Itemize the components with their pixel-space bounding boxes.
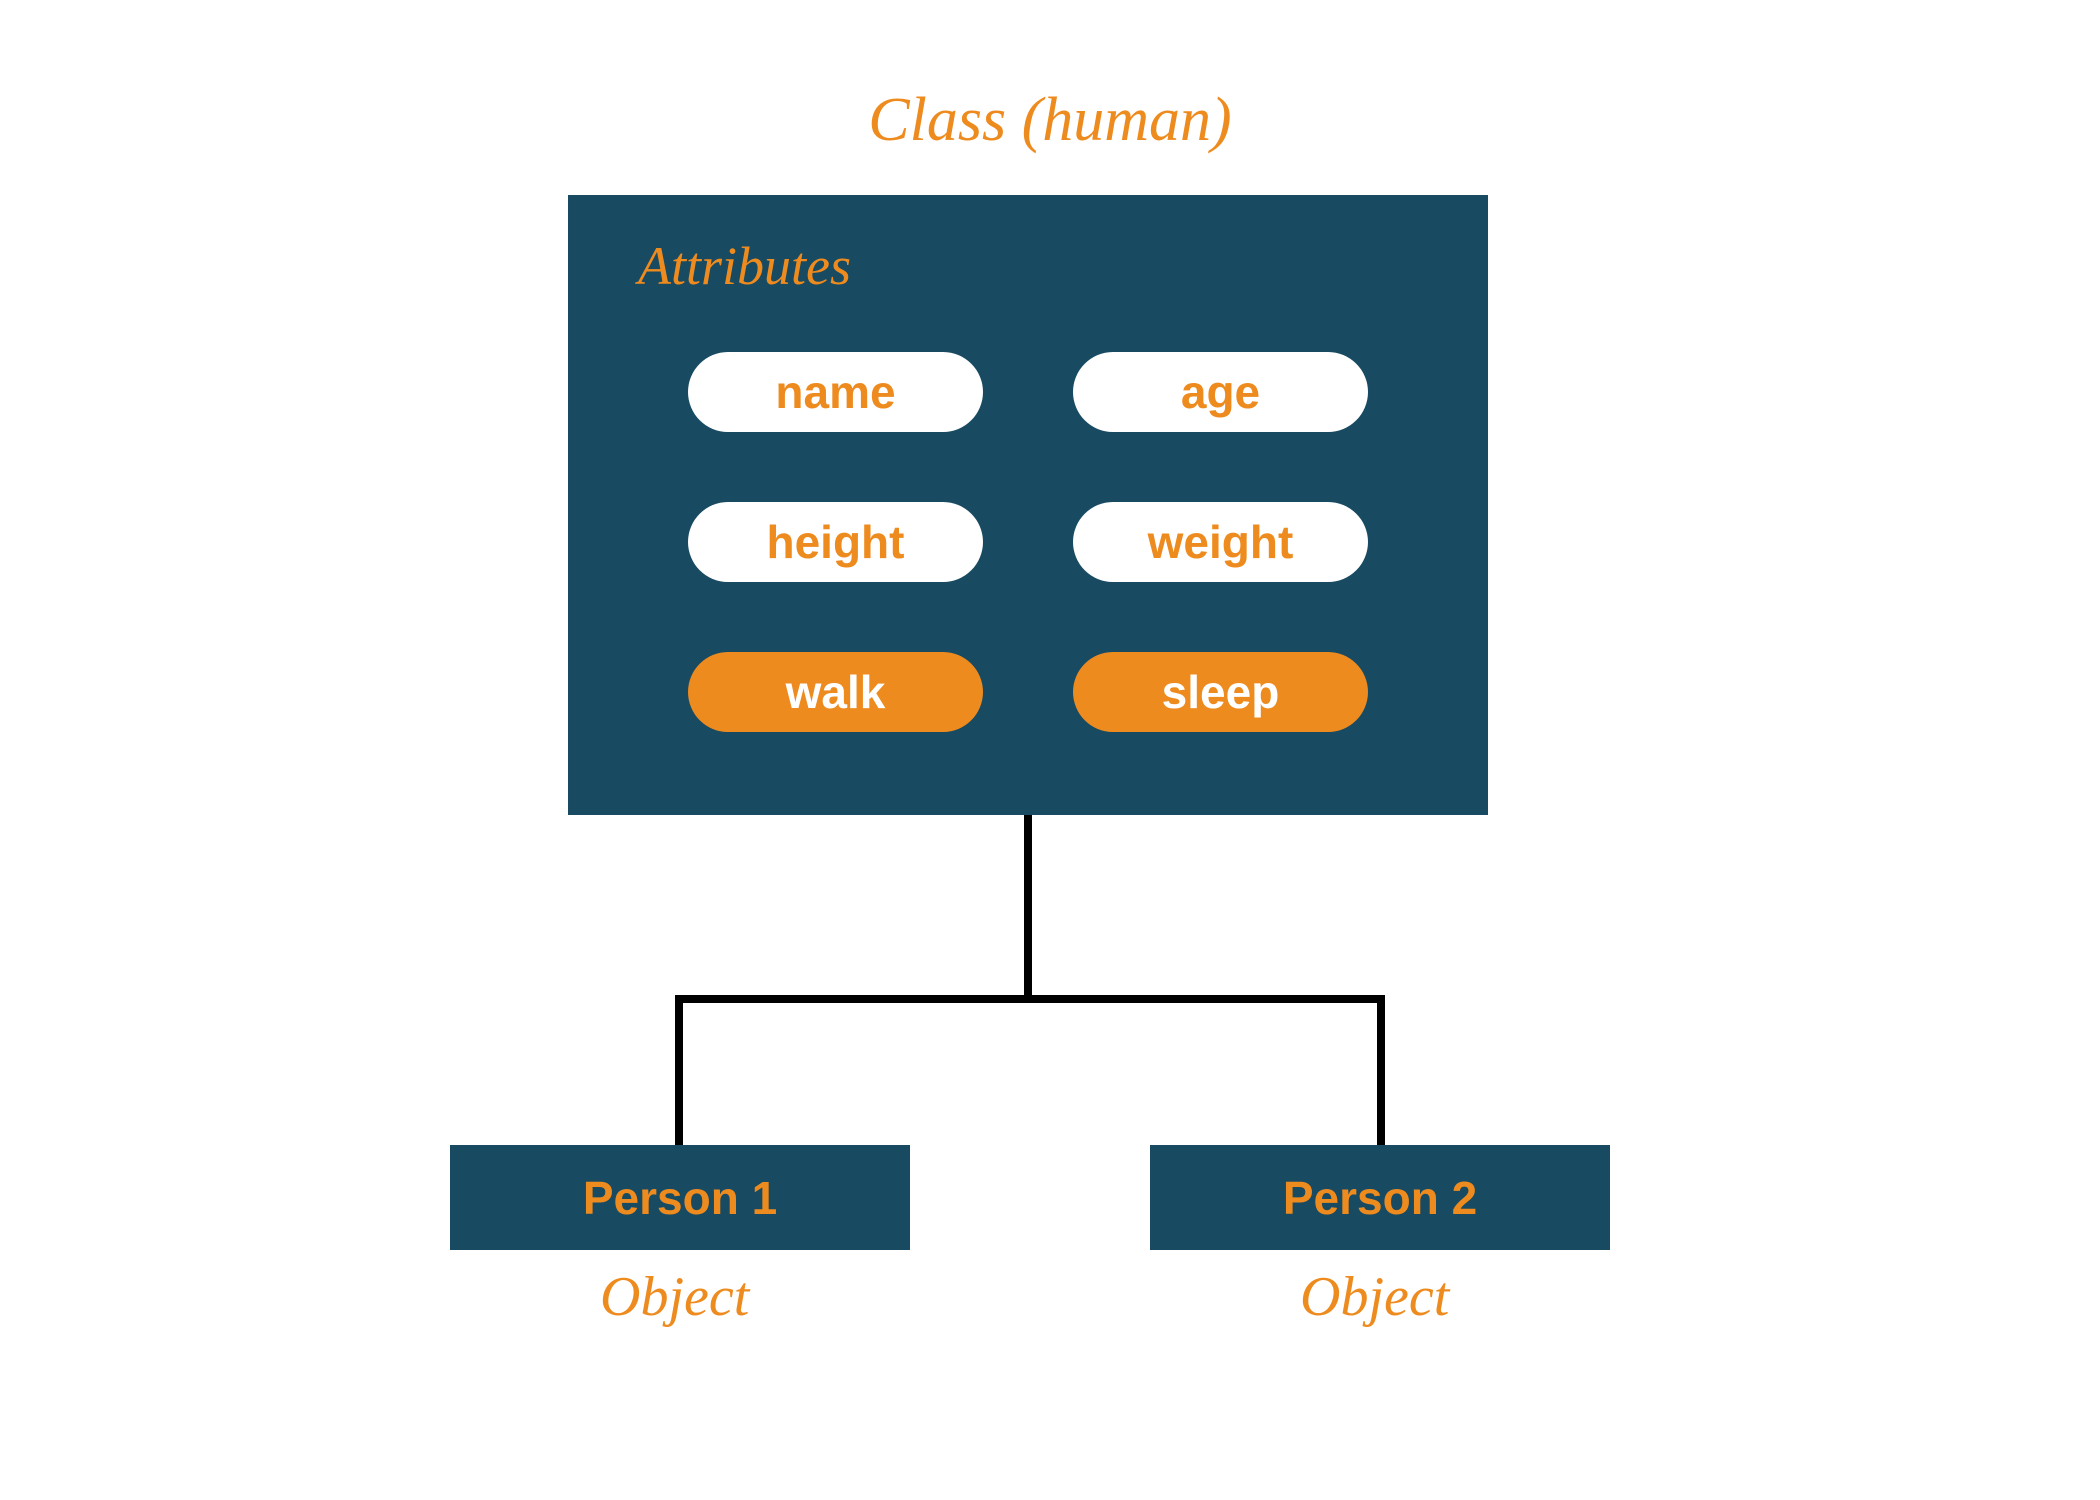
attributes-heading: Attributes	[638, 235, 1428, 297]
connector-line	[1024, 815, 1032, 1000]
connector-line	[675, 995, 1385, 1003]
method-sleep-pill: sleep	[1073, 652, 1368, 732]
object-person2-label: Person 2	[1283, 1171, 1477, 1225]
method-walk-pill: walk	[688, 652, 983, 732]
attribute-height-pill: height	[688, 502, 983, 582]
object-person2-box: Person 2	[1150, 1145, 1610, 1250]
connector-line	[675, 995, 683, 1150]
object-person2-caption: Object	[1300, 1265, 1449, 1329]
object-person1-box: Person 1	[450, 1145, 910, 1250]
attribute-age-pill: age	[1073, 352, 1368, 432]
attribute-name-pill: name	[688, 352, 983, 432]
class-box: Attributes name age height weight walk s…	[568, 195, 1488, 815]
class-title: Class (human)	[868, 85, 1231, 156]
object-person1-caption: Object	[600, 1265, 749, 1329]
connector-line	[1377, 995, 1385, 1150]
attributes-grid: name age height weight walk sleep	[628, 342, 1428, 732]
attribute-weight-pill: weight	[1073, 502, 1368, 582]
object-person1-label: Person 1	[583, 1171, 777, 1225]
